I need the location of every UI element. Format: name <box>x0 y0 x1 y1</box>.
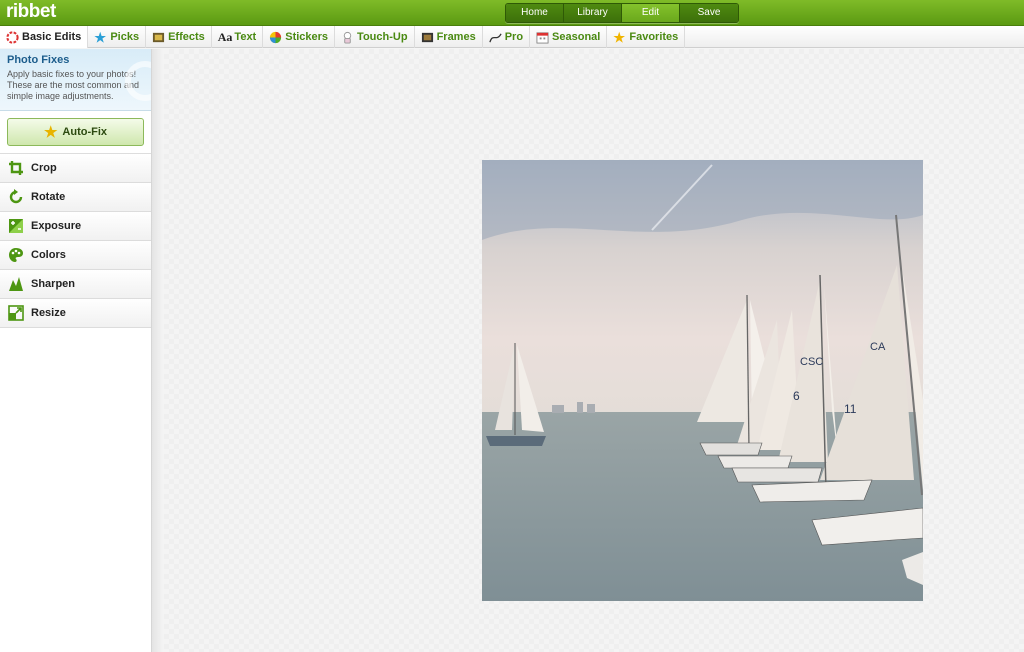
tab-label: Text <box>234 31 257 43</box>
tab-basic-edits[interactable]: Basic Edits <box>0 26 89 48</box>
tool-label: Crop <box>31 162 57 174</box>
tool-exposure[interactable]: Exposure <box>0 212 151 241</box>
tab-label: Pro <box>504 31 524 43</box>
tool-label: Rotate <box>31 191 66 203</box>
nav-home-button[interactable]: Home <box>506 4 564 22</box>
crop-icon <box>9 161 23 175</box>
frame-icon <box>421 32 433 42</box>
tool-colors[interactable]: Colors <box>0 241 151 270</box>
edited-photo[interactable]: CSC CA 6 11 <box>482 160 923 601</box>
tool-sharpen[interactable]: Sharpen <box>0 270 151 299</box>
top-bar: ribbet Home Library Edit Save <box>0 0 1024 26</box>
star-icon: ★ <box>94 29 106 45</box>
app-logo: ribbet <box>6 1 56 22</box>
nav-library-button[interactable]: Library <box>564 4 622 22</box>
tab-seasonal[interactable]: Seasonal <box>530 26 608 48</box>
tab-label: Effects <box>168 31 205 43</box>
tab-label: Seasonal <box>552 31 601 43</box>
svg-text:11: 11 <box>844 402 857 416</box>
tab-stickers[interactable]: Stickers <box>263 26 336 48</box>
svg-text:6: 6 <box>793 389 800 403</box>
tab-label: Favorites <box>629 31 679 43</box>
rotate-icon <box>9 189 23 204</box>
auto-fix-button[interactable]: ★ Auto-Fix <box>7 118 144 146</box>
bottle-icon <box>343 31 352 44</box>
resize-icon <box>8 305 24 321</box>
curve-icon <box>489 32 502 42</box>
category-tabs: Basic Edits ★ Picks Effects Aa Text Stic… <box>0 26 1024 48</box>
aperture-icon <box>6 30 19 44</box>
sidebar-divider <box>152 49 164 652</box>
tab-label: Basic Edits <box>22 31 82 43</box>
tab-touch-up[interactable]: Touch-Up <box>335 26 415 48</box>
tool-crop[interactable]: Crop <box>0 154 151 183</box>
main-nav: Home Library Edit Save <box>505 3 739 23</box>
tool-rotate[interactable]: Rotate <box>0 183 151 212</box>
sailboats-photo-image: CSC CA 6 11 <box>482 160 923 601</box>
tab-frames[interactable]: Frames <box>415 26 483 48</box>
beach-ball-icon <box>270 31 282 43</box>
star-icon: ★ <box>613 29 626 45</box>
calendar-icon <box>536 31 549 44</box>
tool-resize[interactable]: Resize <box>0 299 151 328</box>
panel-title: Photo Fixes <box>7 54 70 66</box>
tab-label: Frames <box>436 31 476 43</box>
photo-fixes-panel: Photo Fixes Apply basic fixes to your ph… <box>0 49 151 111</box>
film-icon <box>152 32 165 42</box>
text-aa-icon: Aa <box>217 29 233 44</box>
palette-icon <box>9 248 23 262</box>
svg-text:CSC: CSC <box>800 356 823 368</box>
tab-text[interactable]: Aa Text <box>212 26 264 48</box>
tools-sidebar: Photo Fixes Apply basic fixes to your ph… <box>0 49 152 652</box>
tab-label: Stickers <box>285 31 329 43</box>
tab-picks[interactable]: ★ Picks <box>88 26 147 48</box>
sharpen-icon <box>9 277 23 291</box>
nav-save-button[interactable]: Save <box>680 4 738 22</box>
tab-label: Touch-Up <box>357 31 408 43</box>
tab-favorites[interactable]: ★ Favorites <box>607 26 686 48</box>
exposure-icon <box>9 219 23 233</box>
tab-pro[interactable]: Pro <box>483 26 531 48</box>
auto-fix-label: Auto-Fix <box>62 126 108 138</box>
autofix-section: ★ Auto-Fix <box>0 111 151 154</box>
svg-text:CA: CA <box>870 341 886 353</box>
tool-label: Resize <box>31 307 66 319</box>
stars-icon: ★ <box>43 124 58 141</box>
nav-edit-button[interactable]: Edit <box>622 4 680 22</box>
tool-label: Sharpen <box>31 278 76 290</box>
tool-label: Exposure <box>31 220 82 232</box>
tab-label: Picks <box>110 31 140 43</box>
tool-label: Colors <box>31 249 66 261</box>
tab-effects[interactable]: Effects <box>146 26 212 48</box>
editing-canvas[interactable]: CSC CA 6 11 <box>164 49 1024 652</box>
